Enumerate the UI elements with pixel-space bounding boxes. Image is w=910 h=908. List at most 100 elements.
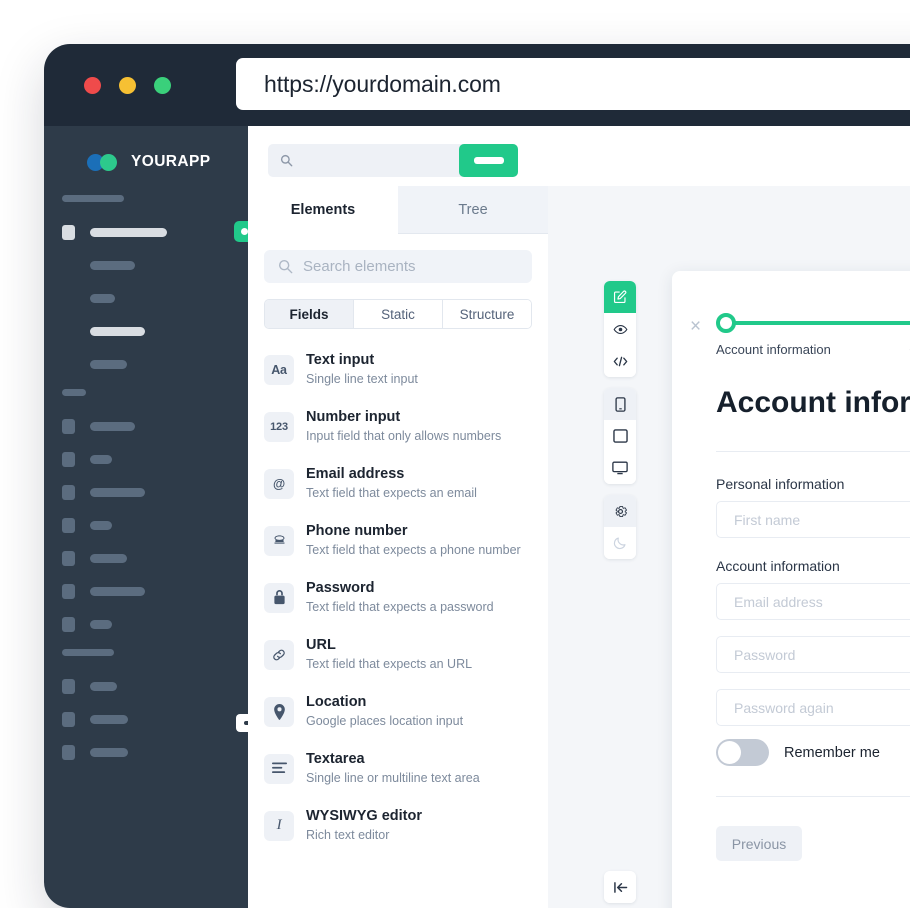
app-sidebar: YOURAPP: [44, 126, 266, 908]
sidebar-section-heading: [62, 649, 114, 656]
remember-me-toggle[interactable]: [716, 739, 769, 766]
sidebar-item-icon: [62, 745, 75, 760]
editor-toolbar-bottom: [604, 871, 636, 908]
global-search[interactable]: [268, 144, 518, 177]
password-field[interactable]: Password: [716, 636, 910, 673]
remember-me-row: Remember me: [716, 739, 880, 766]
tab-tree[interactable]: Tree: [398, 186, 548, 234]
list-item[interactable]: Aa Text input Single line text input: [248, 341, 548, 398]
tab-elements[interactable]: Elements: [248, 186, 398, 234]
search-elements-placeholder: Search elements: [303, 258, 416, 275]
settings-toolbar-group: [604, 495, 636, 559]
sidebar-item-label: [90, 521, 112, 530]
list-item[interactable]: 123 Number input Input field that only a…: [248, 398, 548, 455]
list-item[interactable]: Textarea Single line or multiline text a…: [248, 740, 548, 797]
text-icon-glyph: Aa: [271, 362, 287, 377]
segment-structure-label: Structure: [459, 306, 515, 322]
elements-panel: Elements Tree Search elements Fields Sta…: [248, 186, 548, 908]
list-item-subtitle: Text field that expects a password: [306, 599, 494, 614]
code-icon[interactable]: [604, 345, 636, 377]
sidebar-item[interactable]: [44, 744, 248, 761]
sidebar-section-heading: [62, 195, 124, 202]
segment-static[interactable]: Static: [354, 300, 443, 328]
sidebar-subitem[interactable]: [44, 257, 248, 274]
sidebar-item[interactable]: [44, 550, 248, 567]
sidebar-item[interactable]: [44, 451, 248, 468]
close-icon[interactable]: ×: [690, 317, 701, 336]
eye-icon[interactable]: [604, 313, 636, 345]
url-text: https://yourdomain.com: [264, 70, 501, 97]
page-title: Account informa: [716, 386, 910, 419]
sidebar-subitem-label: [90, 261, 135, 270]
first-name-field[interactable]: First name: [716, 501, 910, 538]
sidebar-subitem[interactable]: [44, 356, 248, 373]
sidebar-item[interactable]: [44, 517, 248, 534]
global-search-button[interactable]: [459, 144, 518, 177]
sidebar-section-heading: [62, 389, 86, 396]
sidebar-item[interactable]: [44, 418, 248, 435]
sidebar-subitem[interactable]: [44, 290, 248, 307]
sidebar-item-label: [90, 748, 128, 757]
brand[interactable]: YOURAPP: [44, 126, 248, 171]
sidebar-item-icon: [62, 617, 75, 632]
edit-icon[interactable]: [604, 281, 636, 313]
sidebar-item-label: [90, 587, 145, 596]
gear-icon[interactable]: [604, 495, 636, 527]
list-item-subtitle: Google places location input: [306, 713, 464, 728]
mobile-icon[interactable]: [604, 388, 636, 420]
desktop-icon[interactable]: [604, 452, 636, 484]
list-item[interactable]: @ Email address Text field that expects …: [248, 455, 548, 512]
sidebar-item[interactable]: [44, 484, 248, 501]
sidebar-item[interactable]: [44, 678, 248, 695]
maximize-window-button[interactable]: [154, 77, 171, 94]
collapse-group: [604, 871, 636, 903]
sidebar-item-icon: [62, 712, 75, 727]
tab-tree-label: Tree: [458, 201, 488, 218]
list-item[interactable]: URL Text field that expects an URL: [248, 626, 548, 683]
email-field[interactable]: Email address: [716, 583, 910, 620]
list-item-title: Phone number: [306, 523, 408, 540]
form-stepper: Account information Company: [716, 313, 910, 359]
minimize-window-button[interactable]: [119, 77, 136, 94]
segment-structure[interactable]: Structure: [443, 300, 531, 328]
sidebar-item-with-pill[interactable]: [44, 711, 266, 732]
list-item[interactable]: I WYSIWYG editor Rich text editor: [248, 797, 548, 854]
divider: [716, 796, 910, 797]
sidebar-item-label: [90, 554, 127, 563]
stepper-step-1[interactable]: Account information: [716, 313, 831, 357]
element-list: Aa Text input Single line text input 123…: [248, 341, 548, 854]
sidebar-item[interactable]: [44, 583, 248, 600]
remember-me-label: Remember me: [784, 744, 880, 761]
list-item-title: URL: [306, 637, 336, 654]
moon-icon[interactable]: [604, 527, 636, 559]
stepper-dot-current: [716, 313, 736, 333]
list-item[interactable]: Phone number Text field that expects a p…: [248, 512, 548, 569]
number-icon-glyph: 123: [270, 420, 288, 433]
previous-button[interactable]: Previous: [716, 826, 802, 861]
password-again-field[interactable]: Password again: [716, 689, 910, 726]
tablet-icon[interactable]: [604, 420, 636, 452]
lines-icon: [264, 753, 294, 784]
list-item[interactable]: Password Text field that expects a passw…: [248, 569, 548, 626]
segment-fields[interactable]: Fields: [265, 300, 354, 328]
list-item[interactable]: Location Google places location input: [248, 683, 548, 740]
sidebar-item-active[interactable]: [44, 221, 254, 242]
sidebar-item-icon: [62, 518, 75, 533]
url-bar[interactable]: https://yourdomain.com: [236, 58, 910, 110]
browser-window: https://yourdomain.com YOURAPP Elements …: [44, 44, 910, 908]
brand-name: YOURAPP: [131, 153, 211, 170]
at-icon-glyph: @: [273, 476, 285, 491]
first-name-placeholder: First name: [734, 511, 801, 528]
search-elements-input[interactable]: Search elements: [264, 250, 532, 283]
link-icon: [264, 639, 294, 670]
pin-icon: [264, 696, 294, 727]
collapse-left-icon[interactable]: [604, 871, 636, 903]
list-item-subtitle: Rich text editor: [306, 827, 390, 842]
sidebar-subitem-selected[interactable]: [44, 323, 248, 340]
phone-icon: [264, 525, 294, 556]
segment-fields-label: Fields: [289, 306, 329, 322]
sidebar-item[interactable]: [44, 616, 248, 633]
at-icon: @: [264, 468, 294, 499]
close-window-button[interactable]: [84, 77, 101, 94]
list-item-subtitle: Text field that expects an URL: [306, 656, 473, 671]
